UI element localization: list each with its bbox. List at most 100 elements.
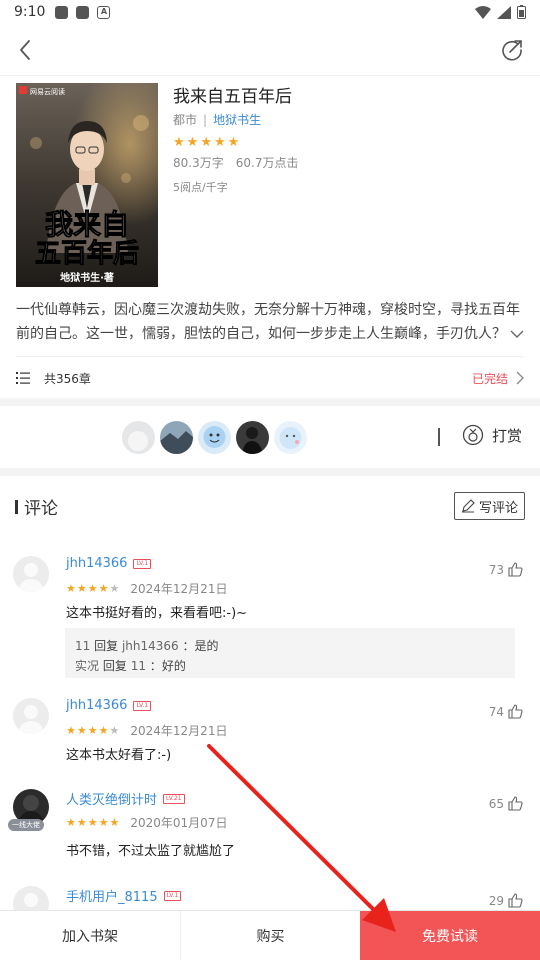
book-author-link[interactable]: 地狱书生: [213, 113, 261, 127]
like-button[interactable]: 74: [489, 704, 523, 719]
book-cover[interactable]: 我来自 五百年后 地狱书生·著 网易云阅读: [16, 83, 158, 287]
wifi-icon: [475, 5, 491, 19]
comment-item: 手机用户_8115 LV.1 29: [0, 882, 540, 910]
avatar[interactable]: [13, 556, 49, 592]
reply-to: jhh14366: [121, 639, 179, 653]
write-comment-label: 写评论: [478, 500, 518, 516]
share-icon[interactable]: [498, 36, 526, 64]
meta-separator: |: [203, 113, 208, 127]
like-count: 73: [488, 562, 504, 577]
chevron-down-icon[interactable]: [510, 329, 524, 339]
thumbs-up-icon: [508, 893, 523, 908]
pencil-icon: [461, 499, 475, 513]
completion-status: 已完结: [471, 371, 508, 386]
avatar[interactable]: [13, 886, 49, 910]
book-intro[interactable]: 一代仙尊韩云，因心魔三次渡劫失败，无奈分解十万神魂，穿梭时空，寻找五百年前的自己…: [16, 298, 526, 346]
section-gap: [0, 398, 540, 406]
comment-text: 书不错，不过太监了就尴尬了: [66, 844, 236, 859]
thumbs-up-icon: [508, 704, 523, 719]
comment-rating: ★ ★ ★ ★ ★ 2020年01月07日: [66, 814, 227, 831]
cover-author-credit: 地狱书生·著: [60, 271, 114, 284]
reply-verb: 回复: [102, 659, 127, 673]
free-trial-button[interactable]: 免费试读: [360, 911, 540, 960]
write-comment-button[interactable]: 写评论: [453, 492, 525, 520]
book-meta: 都市 | 地狱书生: [173, 111, 261, 128]
word-count: 80.3万字: [173, 156, 224, 170]
comment-username: jhh14366: [66, 556, 128, 571]
comment-replies[interactable]: 11 回复 jhh14366 ：是的 实况 回复 11 ： 好的: [65, 628, 515, 678]
star-icon: ★: [98, 724, 109, 737]
reward-avatars: [122, 421, 307, 454]
divider: [438, 428, 440, 446]
section-gap: [0, 468, 540, 476]
avatar[interactable]: [198, 421, 231, 454]
avatar[interactable]: [13, 698, 49, 734]
top-bar: [0, 24, 540, 76]
star-icon: ★: [66, 582, 76, 595]
reply-text: 是的: [194, 639, 219, 653]
like-button[interactable]: 73: [489, 562, 523, 577]
reply-to: 11: [130, 659, 146, 673]
like-button[interactable]: 65: [489, 796, 523, 811]
like-button[interactable]: 29: [489, 893, 523, 908]
comment-date: 2020年01月07日: [130, 816, 228, 830]
notification-icon: [76, 5, 90, 19]
reply-item: 11 回复 jhh14366 ：是的: [75, 636, 505, 656]
comment-date: 2024年12月21日: [130, 582, 228, 596]
avatar[interactable]: [160, 421, 193, 454]
book-intro-text: 一代仙尊韩云，因心魔三次渡劫失败，无奈分解十万神魂，穿梭时空，寻找五百年前的自己…: [16, 302, 520, 342]
like-count: 65: [488, 796, 504, 811]
buy-button[interactable]: 购买: [180, 911, 360, 960]
avatar[interactable]: [122, 421, 155, 454]
comment-user[interactable]: 手机用户_8115 LV.1: [66, 886, 182, 905]
star-empty-icon: ★: [109, 724, 120, 737]
battery-icon: [517, 5, 526, 19]
star-icon: ★: [213, 135, 226, 150]
book-price: 5阅点/千字: [173, 181, 228, 194]
star-icon: ★: [173, 135, 185, 150]
avatar[interactable]: [274, 421, 307, 454]
comment-username: 人类灭绝倒计时: [66, 793, 158, 808]
star-icon: ★: [109, 816, 120, 829]
comment-user[interactable]: 人类灭绝倒计时 LV.21: [66, 789, 185, 808]
add-to-shelf-button[interactable]: 加入书架: [0, 911, 180, 960]
user-title-badge: 一线大佬: [8, 819, 44, 831]
notification-a-icon: A: [97, 5, 111, 19]
comment-user[interactable]: jhh14366 LV.1: [66, 698, 152, 713]
star-icon: ★: [66, 816, 76, 829]
chapter-list-row[interactable]: 共356章 已完结: [16, 366, 524, 390]
like-count: 29: [488, 893, 504, 908]
comment-text: 这本书挺好看的，来看看吧:-)~: [66, 606, 248, 621]
level-badge: LV.1: [133, 558, 152, 569]
reply-from: 实况: [75, 659, 100, 673]
book-category[interactable]: 都市: [173, 113, 197, 127]
status-bar: 9:10 A: [0, 0, 540, 24]
reply-from: 11: [75, 639, 91, 653]
reward-button[interactable]: 打赏: [462, 424, 522, 446]
chapter-count: 共356章: [44, 371, 91, 386]
like-count: 74: [488, 704, 504, 719]
comment-username: 手机用户_8115: [66, 890, 158, 905]
star-icon: ★: [87, 816, 98, 829]
star-empty-icon: ★: [109, 582, 120, 595]
bottom-action-bar: 加入书架 购买 免费试读: [0, 910, 540, 960]
avatar[interactable]: [236, 421, 269, 454]
reward-icon: [462, 424, 484, 446]
thumbs-up-icon: [508, 562, 523, 577]
click-count: 60.7万点击: [235, 156, 299, 170]
comment-date: 2024年12月21日: [130, 724, 228, 738]
comments-header: 评论 写评论: [0, 476, 540, 536]
book-rating: ★ ★ ★ ★ ★: [173, 135, 239, 150]
comment-username: jhh14366: [66, 698, 128, 713]
reply-text: 好的: [161, 659, 186, 673]
reply-colon: ：: [182, 639, 195, 653]
star-icon: ★: [66, 724, 76, 737]
back-icon[interactable]: [12, 36, 40, 64]
level-badge: LV.21: [163, 793, 185, 804]
comment-user[interactable]: jhh14366 LV.1: [66, 556, 152, 571]
star-icon: ★: [227, 135, 240, 150]
comment-rating: ★ ★ ★ ★ ★ 2024年12月21日: [66, 580, 227, 597]
book-cover-art: 我来自 五百年后 地狱书生·著 网易云阅读: [16, 83, 158, 287]
star-icon: ★: [200, 135, 212, 150]
cover-publisher: 网易云阅读: [30, 87, 65, 96]
